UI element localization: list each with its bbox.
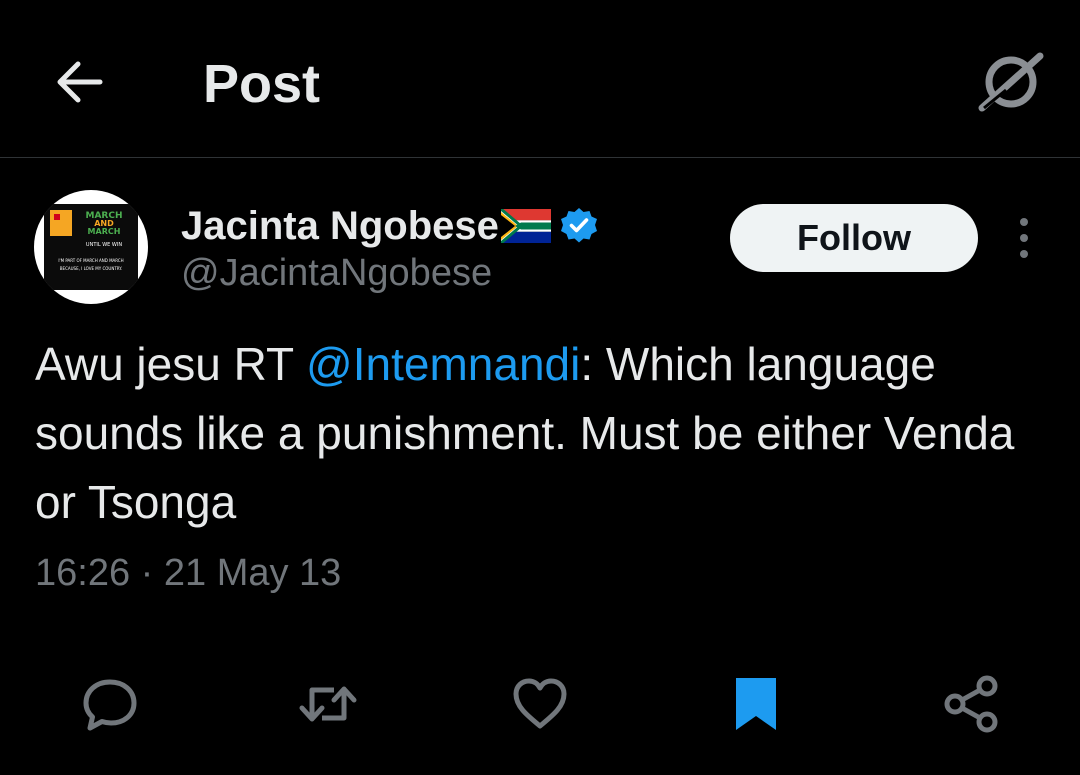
retweet-icon	[299, 686, 357, 722]
tweet-text: Awu jesu RT @Intemnandi: Which language …	[35, 330, 1045, 537]
more-vertical-icon	[1020, 218, 1028, 258]
tweet-timestamp[interactable]: 16:26 · 21 May 13	[35, 552, 341, 595]
arrow-left-icon	[57, 61, 103, 103]
grok-button[interactable]	[976, 50, 1046, 114]
follow-button[interactable]: Follow	[730, 204, 978, 272]
bookmark-icon	[736, 678, 776, 730]
share-button[interactable]	[940, 672, 1004, 736]
avatar-text-3: MARCH	[88, 227, 121, 236]
avatar-image: MARCH AND MARCH UNTIL WE WIN I'M PART OF…	[44, 204, 138, 290]
retweet-button[interactable]	[296, 672, 360, 736]
bookmark-button[interactable]	[724, 672, 788, 736]
tweet-prefix: Awu jesu RT	[35, 338, 307, 390]
avatar-text-5: I'M PART OF MARCH AND MARCH	[58, 258, 123, 263]
avatar[interactable]: MARCH AND MARCH UNTIL WE WIN I'M PART OF…	[34, 190, 148, 304]
south-africa-flag-icon	[500, 209, 551, 243]
author-name: Jacinta Ngobese	[181, 203, 499, 248]
author-name-row[interactable]: Jacinta Ngobese	[181, 200, 599, 252]
author-handle[interactable]: @JacintaNgobese	[181, 252, 492, 295]
share-icon	[944, 675, 998, 733]
reply-icon	[83, 679, 137, 731]
like-button[interactable]	[508, 672, 572, 736]
page-title: Post	[203, 54, 321, 114]
tweet-mention-link[interactable]: @Intemnandi	[306, 338, 580, 390]
avatar-text-6: BECAUSE, I LOVE MY COUNTRY.	[60, 266, 122, 271]
top-bar: Post	[0, 0, 1080, 158]
avatar-text-4: UNTIL WE WIN	[86, 242, 122, 248]
back-button[interactable]	[50, 54, 110, 110]
verified-badge-icon	[560, 208, 597, 243]
more-options-button[interactable]	[1004, 212, 1044, 264]
heart-icon	[513, 678, 567, 729]
reply-button[interactable]	[78, 672, 142, 736]
grok-icon	[978, 52, 1044, 112]
